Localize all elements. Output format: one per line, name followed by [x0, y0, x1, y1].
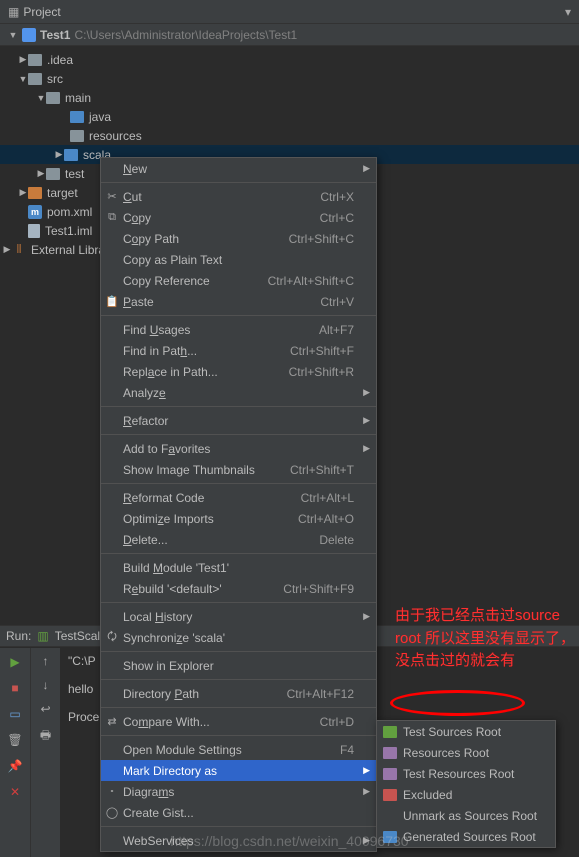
maven-icon: m [28, 205, 42, 219]
tree-item-main[interactable]: main [0, 88, 579, 107]
menu-mark-directory-as[interactable]: Mark Directory as▶ [101, 760, 376, 781]
breadcrumb: Test1 C:\Users\Administrator\IdeaProject… [0, 24, 579, 46]
tree-item-java[interactable]: java [0, 107, 579, 126]
library-icon: ⫼ [12, 243, 26, 257]
menu-build-module[interactable]: Build Module 'Test1' [101, 557, 376, 578]
project-name[interactable]: Test1 [40, 28, 70, 42]
diagrams-icon: ⬞ [105, 785, 119, 799]
file-icon [28, 224, 40, 238]
project-tool-header: ▦ Project ▾ [0, 0, 579, 24]
menu-rebuild[interactable]: Rebuild '<default>'Ctrl+Shift+F9 [101, 578, 376, 599]
menu-add-favorites[interactable]: Add to Favorites▶ [101, 438, 376, 459]
down-icon[interactable]: ↓ [43, 678, 49, 692]
mark-directory-submenu: Test Sources Root Resources Root Test Re… [376, 720, 556, 848]
menu-diagrams[interactable]: ⬞Diagrams▶ [101, 781, 376, 802]
project-label: Project [23, 5, 60, 19]
chevron-down-icon[interactable] [8, 30, 18, 40]
project-path: C:\Users\Administrator\IdeaProjects\Test… [74, 28, 297, 42]
pin-icon[interactable]: 📌 [7, 758, 23, 774]
github-icon: ◯ [105, 806, 119, 820]
run-config-name[interactable]: TestScala [55, 629, 107, 643]
submenu-test-resources[interactable]: Test Resources Root [377, 763, 555, 784]
menu-find-usages[interactable]: Find UsagesAlt+F7 [101, 319, 376, 340]
stop-icon[interactable]: ■ [7, 680, 23, 696]
menu-reformat[interactable]: Reformat CodeCtrl+Alt+L [101, 487, 376, 508]
project-icon: ▦ [8, 5, 19, 19]
menu-find-in-path[interactable]: Find in Path...Ctrl+Shift+F [101, 340, 376, 361]
tree-item-resources[interactable]: resources [0, 126, 579, 145]
paste-icon: 📋 [105, 295, 119, 309]
menu-copy-path[interactable]: Copy PathCtrl+Shift+C [101, 228, 376, 249]
print-icon[interactable]: 🖶 [40, 726, 51, 747]
folder-red-icon [383, 789, 397, 801]
menu-create-gist[interactable]: ◯Create Gist... [101, 802, 376, 823]
submenu-test-sources[interactable]: Test Sources Root [377, 721, 555, 742]
menu-directory-path[interactable]: Directory PathCtrl+Alt+F12 [101, 683, 376, 704]
run-config-icon: ▥ [37, 629, 48, 643]
folder-green-icon [383, 726, 397, 738]
wrap-icon[interactable]: ↩ [40, 702, 50, 716]
menu-cut[interactable]: ✂CutCtrl+X [101, 186, 376, 207]
submenu-resources[interactable]: Resources Root [377, 742, 555, 763]
menu-show-thumbnails[interactable]: Show Image ThumbnailsCtrl+Shift+T [101, 459, 376, 480]
menu-new[interactable]: New ▶ [101, 158, 376, 179]
submenu-arrow-icon: ▶ [363, 163, 370, 174]
menu-delete[interactable]: Delete...Delete [101, 529, 376, 550]
submenu-excluded[interactable]: Excluded [377, 784, 555, 805]
compare-icon: ⇄ [105, 715, 119, 729]
menu-analyze[interactable]: Analyze▶ [101, 382, 376, 403]
annotation-text: 由于我已经点击过source root 所以这里没有显示了， 没点击过的就会有 [395, 605, 575, 673]
up-icon[interactable]: ↑ [43, 654, 49, 668]
submenu-unmark[interactable]: Unmark as Sources Root [377, 805, 555, 826]
menu-replace-in-path[interactable]: Replace in Path...Ctrl+Shift+R [101, 361, 376, 382]
menu-optimize-imports[interactable]: Optimize ImportsCtrl+Alt+O [101, 508, 376, 529]
copy-icon: ⧉ [105, 211, 119, 225]
run-label: Run: [6, 629, 31, 643]
menu-separator [101, 182, 376, 183]
run-gutter: ▶ ■ ▭ 🗑 📌 ✕ [0, 648, 30, 857]
menu-refactor[interactable]: Refactor▶ [101, 410, 376, 431]
tree-item-idea[interactable]: .idea [0, 50, 579, 69]
cut-icon: ✂ [105, 190, 119, 204]
menu-copy[interactable]: ⧉CopyCtrl+C [101, 207, 376, 228]
sync-icon: 🗘 [105, 631, 119, 645]
layout-icon[interactable]: ▭ [7, 706, 23, 722]
context-menu: New ▶ ✂CutCtrl+X ⧉CopyCtrl+C Copy PathCtr… [100, 157, 377, 852]
folder-purple-icon [383, 747, 397, 759]
menu-copy-plain[interactable]: Copy as Plain Text [101, 249, 376, 270]
menu-open-module-settings[interactable]: Open Module SettingsF4 [101, 739, 376, 760]
menu-show-explorer[interactable]: Show in Explorer [101, 655, 376, 676]
menu-synchronize[interactable]: 🗘Synchronize 'scala' [101, 627, 376, 648]
tree-item-src[interactable]: src [0, 69, 579, 88]
menu-copy-ref[interactable]: Copy ReferenceCtrl+Alt+Shift+C [101, 270, 376, 291]
close-icon[interactable]: ✕ [7, 784, 23, 800]
menu-label: New [123, 162, 147, 176]
menu-paste[interactable]: 📋PasteCtrl+V [101, 291, 376, 312]
menu-compare-with[interactable]: ⇄Compare With...Ctrl+D [101, 711, 376, 732]
annotation-circle [390, 690, 525, 716]
project-root-icon [22, 28, 36, 42]
console-gutter: ↑ ↓ ↩ 🖶 [30, 648, 60, 857]
rerun-icon[interactable]: ▶ [7, 654, 23, 670]
dropdown-icon[interactable]: ▾ [565, 5, 571, 19]
folder-purple-icon [383, 768, 397, 780]
trash-icon[interactable]: 🗑 [7, 732, 23, 748]
menu-local-history[interactable]: Local History▶ [101, 606, 376, 627]
watermark: https://blog.csdn.net/weixin_40096730 [0, 833, 579, 849]
